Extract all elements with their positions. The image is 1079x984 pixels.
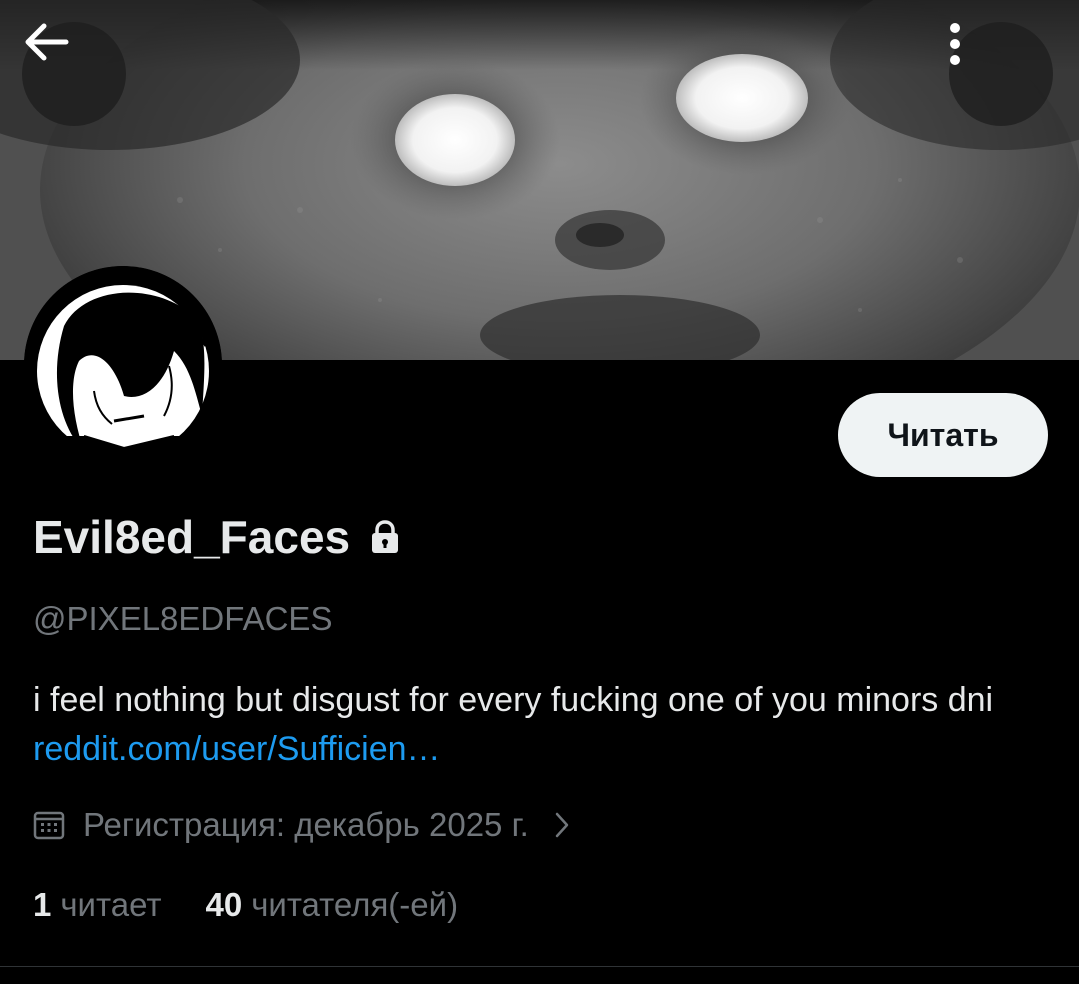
following-count: 1 (33, 886, 52, 923)
followers-stat[interactable]: 40 читателя(-ей) (205, 886, 458, 924)
bio-link[interactable]: reddit.com/user/Sufficien… (33, 730, 441, 768)
more-options-button[interactable] (949, 22, 1053, 126)
bio-text: i feel nothing but disgust for every fuc… (33, 681, 994, 719)
follow-stats: 1 читает 40 читателя(-ей) (33, 886, 502, 924)
following-label: читает (60, 886, 162, 923)
user-handle: @PIXEL8EDFACES (33, 600, 333, 637)
section-divider (0, 966, 1079, 967)
join-date-text: Регистрация: декабрь 2025 г. (83, 806, 529, 843)
join-date[interactable]: Регистрация: декабрь 2025 г. (33, 806, 571, 844)
display-name-text: Evil8ed_Faces (33, 511, 351, 563)
more-vertical-icon (950, 23, 960, 65)
back-button[interactable] (22, 22, 126, 126)
chevron-right-icon (553, 810, 571, 840)
lock-icon (370, 520, 400, 554)
profile-avatar[interactable] (24, 266, 222, 464)
profile-bio: i feel nothing but disgust for every fuc… (33, 676, 1043, 774)
display-name: Evil8ed_Faces (33, 510, 400, 564)
followers-label: читателя(-ей) (251, 886, 459, 923)
avatar-image (24, 266, 222, 464)
arrow-left-icon (25, 23, 69, 61)
profile-page: Читать Evil8ed_Faces @PIXEL8EDFACES i fe… (0, 0, 1079, 984)
calendar-icon (33, 810, 65, 840)
follow-button[interactable]: Читать (838, 393, 1048, 477)
following-stat[interactable]: 1 читает (33, 886, 161, 924)
followers-count: 40 (205, 886, 243, 923)
